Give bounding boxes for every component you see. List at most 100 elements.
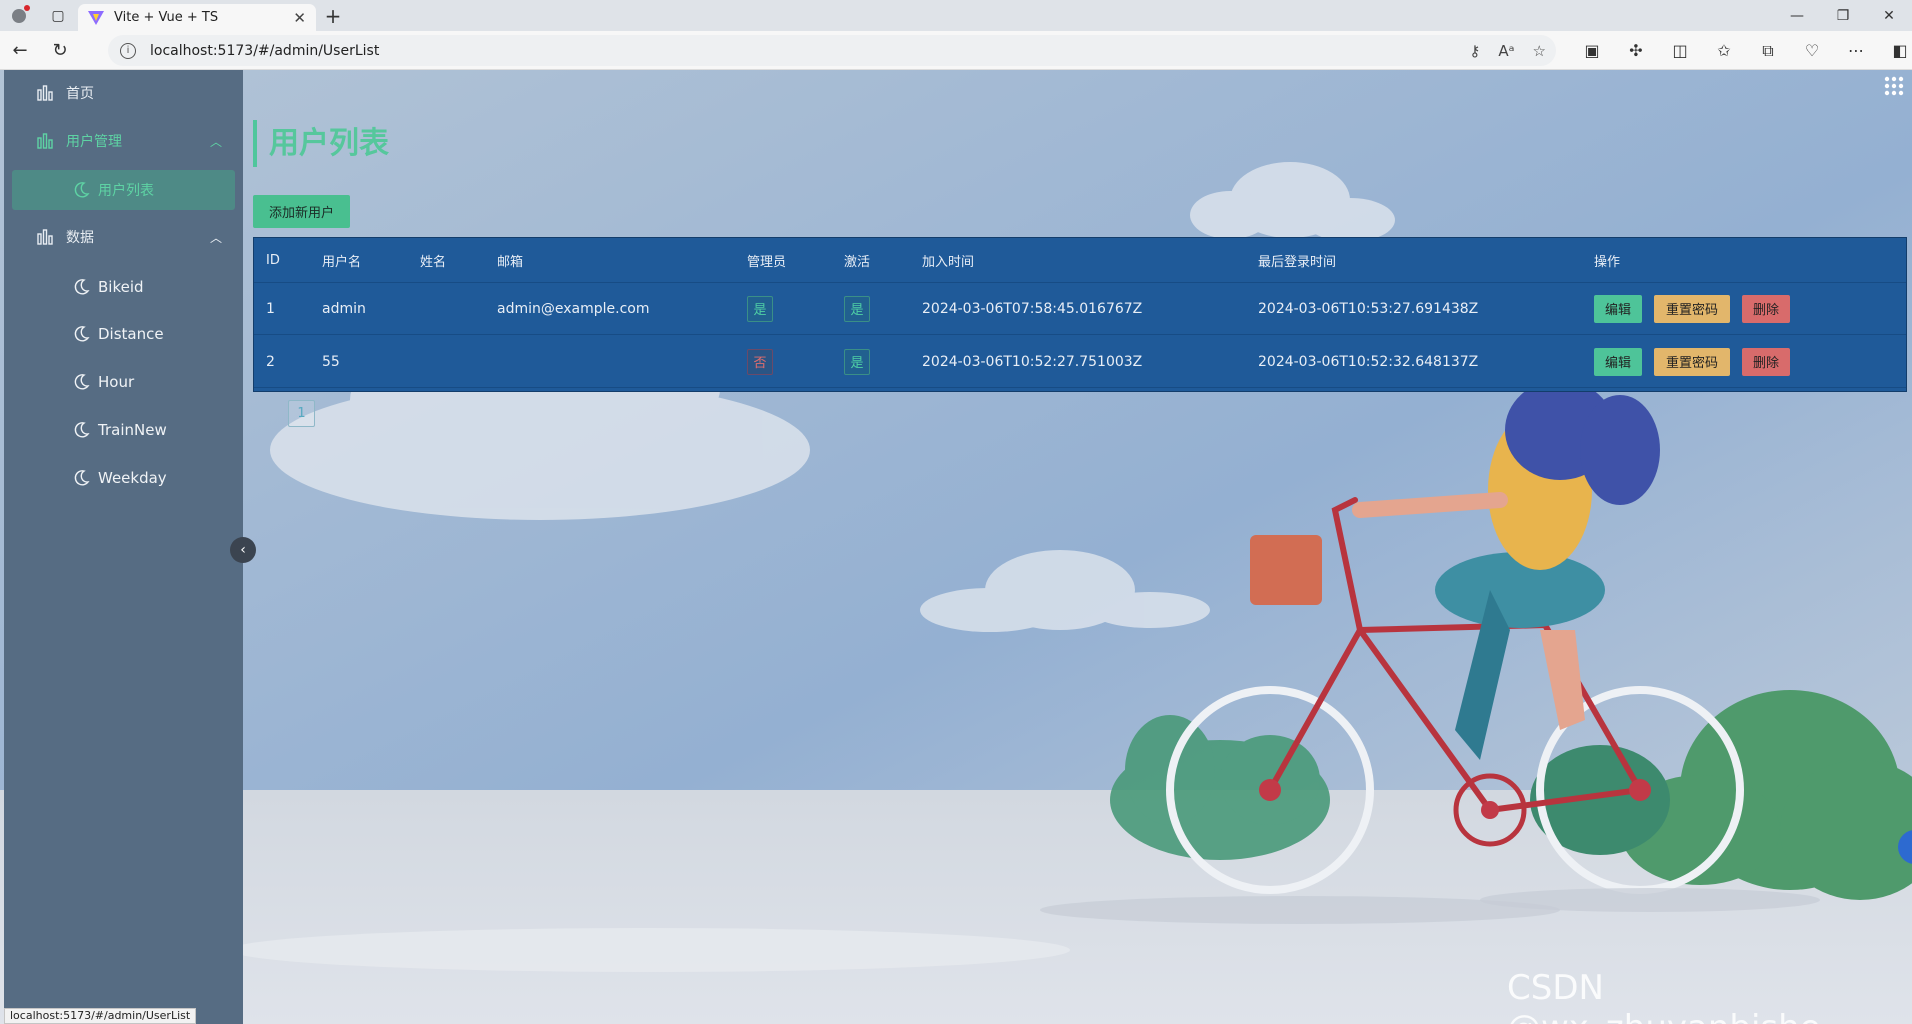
- table-header: ID 用户名 姓名 邮箱 管理员 激活 加入时间 最后登录时间 操作: [254, 238, 1906, 283]
- minimize-icon[interactable]: —: [1774, 0, 1820, 31]
- close-window-icon[interactable]: ✕: [1866, 0, 1912, 31]
- cell-username: 55: [322, 353, 340, 370]
- cell-active: 是: [844, 283, 870, 334]
- header-name: 姓名: [420, 254, 447, 270]
- cell-joined: 2024-03-06T10:52:27.751003Z: [922, 353, 1143, 370]
- window-controls: — ❐ ✕: [1774, 0, 1912, 31]
- sidebar-item-distance[interactable]: Distance: [12, 314, 235, 354]
- table-row: 2 55 否 是 2024-03-06T10:52:27.751003Z 202…: [254, 336, 1906, 388]
- collections-icon[interactable]: ⧉: [1746, 41, 1790, 61]
- moon-icon: [74, 422, 90, 438]
- cell-id: 1: [266, 300, 275, 317]
- sidebar-item-user-management[interactable]: 用户管理 ︿: [4, 121, 243, 161]
- cell-email: admin@example.com: [497, 300, 650, 317]
- header-active: 激活: [844, 254, 871, 270]
- delete-button[interactable]: 删除: [1742, 347, 1790, 376]
- sidebar-item-label: 用户管理: [66, 134, 122, 150]
- sidebar-item-label: 首页: [66, 86, 94, 102]
- sidebar-item-trainnew[interactable]: TrainNew: [12, 410, 235, 450]
- moon-icon: [74, 470, 90, 486]
- cell-joined: 2024-03-06T07:58:45.016767Z: [922, 300, 1143, 317]
- sidebar-item-hour[interactable]: Hour: [12, 362, 235, 402]
- restore-icon[interactable]: ❐: [1820, 0, 1866, 31]
- sidebar-collapse-button[interactable]: ‹: [230, 537, 256, 563]
- tab-title: Vite + Vue + TS: [114, 10, 219, 25]
- moon-icon: [74, 374, 90, 390]
- watermark-text: CSDN @wx_zhuyanbishe: [1507, 968, 1821, 1024]
- app-grid-icon[interactable]: [1884, 76, 1904, 96]
- admin-status-badge: 否: [747, 348, 773, 375]
- admin-status-badge: 是: [747, 295, 773, 322]
- puzzle-icon[interactable]: ✣: [1614, 41, 1658, 60]
- cell-last-login: 2024-03-06T10:53:27.691438Z: [1258, 300, 1479, 317]
- url-text: localhost:5173/#/admin/UserList: [150, 42, 380, 59]
- edit-button[interactable]: 编辑: [1594, 347, 1642, 376]
- sidebar-item-label: Hour: [98, 373, 135, 391]
- chart-icon: [37, 85, 53, 101]
- cell-id: 2: [266, 353, 275, 370]
- vite-logo-icon: [88, 10, 104, 25]
- chart-icon: [37, 133, 53, 149]
- cell-operations: 编辑 重置密码 删除: [1594, 283, 1802, 334]
- refresh-icon[interactable]: ↻: [40, 31, 80, 70]
- browser-tab[interactable]: Vite + Vue + TS ✕: [78, 4, 316, 31]
- sidebar-toggle-icon[interactable]: ◧: [1878, 41, 1912, 60]
- sidebar-item-label: 数据: [66, 230, 94, 246]
- chevron-up-icon: ︿: [210, 134, 223, 149]
- header-operations: 操作: [1594, 254, 1621, 270]
- url-input[interactable]: i localhost:5173/#/admin/UserList ⚷ Aᵃ ☆: [108, 35, 1556, 66]
- key-icon[interactable]: ⚷: [1469, 42, 1480, 60]
- cell-operations: 编辑 重置密码 删除: [1594, 336, 1802, 387]
- address-bar: ← ↻ i localhost:5173/#/admin/UserList ⚷ …: [0, 31, 1912, 70]
- sidebar-item-label: Weekday: [98, 469, 167, 487]
- read-aloud-icon[interactable]: Aᵃ: [1498, 42, 1514, 60]
- moon-icon: [74, 326, 90, 342]
- more-icon[interactable]: ⋯: [1834, 41, 1878, 60]
- page-viewport: 首页 用户管理 ︿ 用户列表 数据 ︿ Bikeid Distance Hour: [0, 70, 1912, 1024]
- site-info-icon[interactable]: i: [120, 42, 136, 59]
- performance-icon[interactable]: ♡: [1790, 41, 1834, 60]
- sidebar-item-label: TrainNew: [98, 421, 167, 439]
- new-tab-button[interactable]: +: [316, 0, 350, 31]
- header-email: 邮箱: [497, 254, 524, 270]
- browser-tab-bar: ▢ Vite + Vue + TS ✕ + — ❐ ✕: [0, 0, 1912, 31]
- delete-button[interactable]: 删除: [1742, 294, 1790, 323]
- user-table: ID 用户名 姓名 邮箱 管理员 激活 加入时间 最后登录时间 操作 1 adm…: [253, 237, 1907, 392]
- cell-last-login: 2024-03-06T10:52:32.648137Z: [1258, 353, 1479, 370]
- cell-username: admin: [322, 300, 366, 317]
- chart-icon: [37, 229, 53, 245]
- header-last-login: 最后登录时间: [1258, 254, 1337, 270]
- header-id: ID: [266, 252, 280, 268]
- header-joined: 加入时间: [922, 254, 975, 270]
- cell-admin: 否: [747, 336, 773, 387]
- split-screen-icon[interactable]: ◫: [1658, 41, 1702, 60]
- moon-icon: [74, 279, 90, 295]
- pagination-page-button[interactable]: 1: [288, 400, 315, 427]
- sidebar-item-weekday[interactable]: Weekday: [12, 458, 235, 498]
- tab-actions-icon[interactable]: ▢: [38, 0, 78, 31]
- sidebar-item-home[interactable]: 首页: [4, 73, 243, 113]
- add-user-button[interactable]: 添加新用户: [253, 195, 350, 228]
- reset-password-button[interactable]: 重置密码: [1654, 347, 1730, 376]
- back-icon[interactable]: ←: [0, 31, 40, 70]
- sidebar-item-user-list[interactable]: 用户列表: [12, 170, 235, 210]
- chevron-up-icon: ︿: [210, 230, 223, 245]
- sidebar-item-label: 用户列表: [98, 183, 154, 199]
- cell-admin: 是: [747, 283, 773, 334]
- sidebar-item-bikeid[interactable]: Bikeid: [12, 267, 235, 307]
- table-row: 1 admin admin@example.com 是 是 2024-03-06…: [254, 283, 1906, 335]
- cell-active: 是: [844, 336, 870, 387]
- header-admin: 管理员: [747, 254, 787, 270]
- close-tab-icon[interactable]: ✕: [293, 9, 306, 27]
- edit-button[interactable]: 编辑: [1594, 294, 1642, 323]
- extension-icon[interactable]: ▣: [1570, 41, 1614, 60]
- status-bar-url: localhost:5173/#/admin/UserList: [4, 1008, 197, 1024]
- profile-icon[interactable]: [0, 0, 38, 31]
- sidebar-item-data[interactable]: 数据 ︿: [4, 217, 243, 257]
- moon-icon: [74, 182, 90, 198]
- sidebar: 首页 用户管理 ︿ 用户列表 数据 ︿ Bikeid Distance Hour: [4, 70, 243, 1024]
- favorites-icon[interactable]: ✩: [1702, 41, 1746, 60]
- active-status-badge: 是: [844, 295, 870, 322]
- favorite-star-icon[interactable]: ☆: [1533, 42, 1546, 60]
- reset-password-button[interactable]: 重置密码: [1654, 294, 1730, 323]
